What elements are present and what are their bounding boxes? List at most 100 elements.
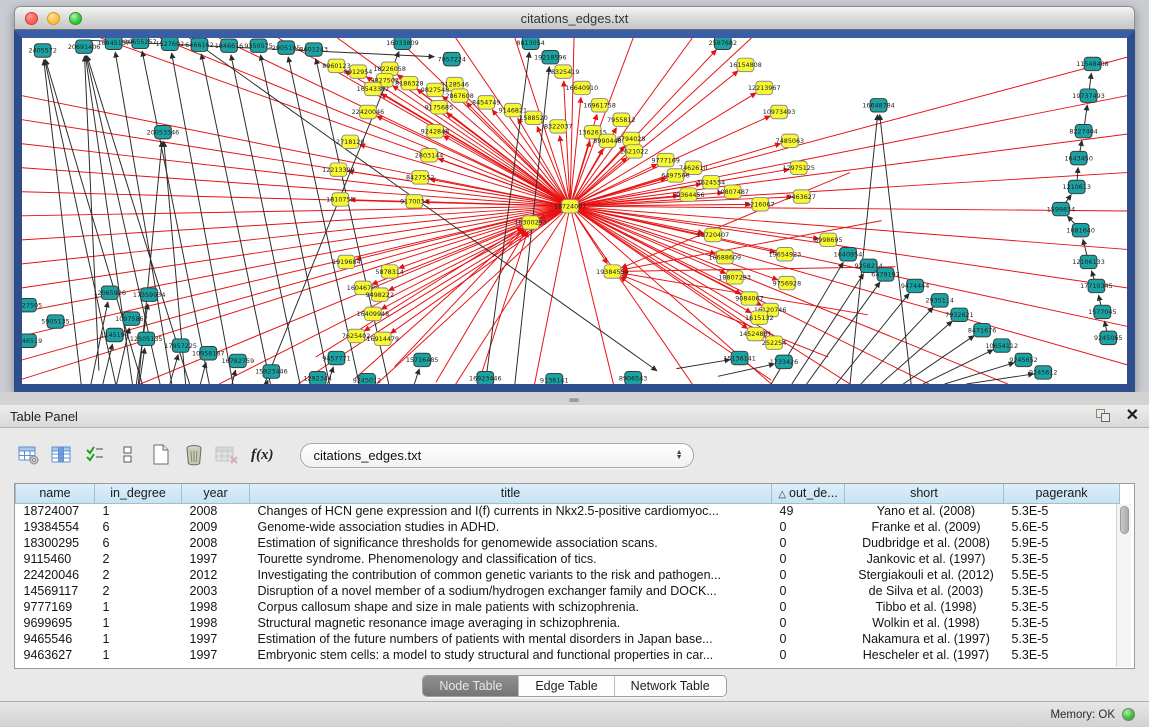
table-row[interactable]: 1872400712008Changes of HCN gene express… xyxy=(16,503,1120,519)
graph-node-teal[interactable]: 8471676 xyxy=(968,323,996,336)
graph-node-yellow[interactable]: 7955812 xyxy=(607,113,635,126)
graph-node-yellow[interactable]: 252254 xyxy=(762,336,786,349)
graph-node-yellow[interactable]: 8186328 xyxy=(395,76,423,89)
tab-network-table[interactable]: Network Table xyxy=(615,676,726,696)
graph-node-teal[interactable]: 1081640 xyxy=(1066,223,1094,236)
graph-node-teal[interactable]: 8227404 xyxy=(1069,125,1097,138)
graph-node-teal[interactable]: 16033809 xyxy=(386,38,419,50)
delete-table-icon[interactable] xyxy=(214,442,240,468)
graph-node-teal[interactable]: 8601243 xyxy=(300,43,328,56)
graph-node-teal[interactable]: 9245612 xyxy=(1029,366,1057,379)
graph-node-teal[interactable]: 1046519 xyxy=(22,334,42,347)
graph-node-teal[interactable]: 19218596 xyxy=(534,50,567,63)
graph-node-teal[interactable]: 15136141 xyxy=(723,351,756,364)
graph-node-yellow[interactable]: 8998695 xyxy=(814,233,842,246)
table-row[interactable]: 2242004622012Investigating the contribut… xyxy=(16,567,1120,583)
column-header-name[interactable]: name xyxy=(16,484,95,503)
graph-node-teal[interactable]: 9136141 xyxy=(540,373,568,384)
graph-node-teal[interactable]: 12106133 xyxy=(1072,255,1105,268)
table-row[interactable]: 1938455462009Genome-wide association stu… xyxy=(16,519,1120,535)
graph-node-teal[interactable]: 20691406 xyxy=(68,40,101,53)
column-header-year[interactable]: year xyxy=(182,484,250,503)
graph-node-teal[interactable]: 2935114 xyxy=(925,294,953,307)
table-row[interactable]: 911546021997Tourette syndrome. Phenomeno… xyxy=(16,551,1120,567)
graph-node-teal[interactable]: 8906543 xyxy=(619,372,647,384)
graph-node-yellow[interactable]: 12213967 xyxy=(748,81,781,94)
graph-node-yellow[interactable]: 8322037 xyxy=(544,120,572,133)
graph-node-teal[interactable]: 7857224 xyxy=(438,52,466,65)
graph-node-teal[interactable]: 9245652 xyxy=(1009,353,1037,366)
graph-node-teal[interactable]: 2905195 xyxy=(272,41,300,54)
graph-node-teal[interactable]: 8813054 xyxy=(516,38,544,50)
graph-node-teal[interactable]: 15716485 xyxy=(406,353,439,366)
graph-node-yellow[interactable]: 16640910 xyxy=(566,81,599,94)
graph-node-teal[interactable]: 5905135 xyxy=(41,315,69,328)
panel-resize-handle[interactable] xyxy=(569,397,579,402)
table-row[interactable]: 946554611997Estimation of the future num… xyxy=(16,631,1120,647)
graph-node-yellow[interactable]: 9756928 xyxy=(773,276,801,289)
float-panel-icon[interactable] xyxy=(1096,409,1112,423)
graph-node-teal[interactable]: 1599834 xyxy=(1047,202,1075,215)
graph-node-yellow[interactable]: 1810755 xyxy=(326,193,354,206)
delete-column-trash-icon[interactable] xyxy=(181,442,207,468)
graph-node-teal[interactable]: 1733426 xyxy=(770,355,798,368)
graph-node-teal[interactable]: 3027505 xyxy=(22,298,42,311)
graph-node-teal[interactable]: 15923446 xyxy=(255,365,288,378)
graph-node-teal[interactable]: 9457771 xyxy=(322,351,350,364)
column-header-title[interactable]: title xyxy=(250,484,772,503)
graph-node-teal[interactable]: 19737493 xyxy=(1072,89,1105,102)
select-attributes-icon[interactable] xyxy=(82,442,108,468)
scrollbar-thumb[interactable] xyxy=(1120,506,1129,534)
graph-node-yellow[interactable]: 22420046 xyxy=(352,105,385,118)
graph-node-teal[interactable]: 9474444 xyxy=(901,279,929,292)
graph-node-teal[interactable]: 9245065 xyxy=(1094,331,1122,344)
close-panel-icon[interactable]: ✕ xyxy=(1126,409,1139,423)
graph-node-teal[interactable]: 6466162 xyxy=(185,38,213,51)
function-builder-icon[interactable]: f(x) xyxy=(251,447,274,464)
graph-node-teal[interactable]: 16923446 xyxy=(469,372,502,384)
graph-node-teal[interactable]: 11548408 xyxy=(1076,57,1109,70)
graph-node-yellow[interactable]: 8427552 xyxy=(406,171,434,184)
graph-node-teal[interactable]: 1210613 xyxy=(1062,180,1090,193)
graph-node-teal[interactable]: 10975867 xyxy=(115,312,148,325)
graph-node-yellow[interactable]: 16961758 xyxy=(583,99,616,112)
table-row[interactable]: 977716911998Corpus callosum shape and si… xyxy=(16,599,1120,615)
graph-node-teal[interactable]: 10654112 xyxy=(986,339,1019,352)
graph-node-teal[interactable]: 16782759 xyxy=(222,354,255,367)
network-canvas[interactable]: 8960123891295418226058982750381863281654… xyxy=(22,38,1127,384)
graph-node-teal[interactable]: 2587682 xyxy=(709,38,737,50)
graph-node-teal[interactable]: 20053346 xyxy=(147,125,180,138)
column-header-indegree[interactable]: in_degree xyxy=(95,484,182,503)
graph-node-teal[interactable]: 1577045 xyxy=(1088,305,1116,318)
table-vertical-scrollbar[interactable] xyxy=(1116,504,1131,667)
tab-edge-table[interactable]: Edge Table xyxy=(519,676,614,696)
window-titlebar[interactable]: citations_edges.txt xyxy=(14,6,1135,30)
graph-node-yellow[interactable]: 2803144 xyxy=(415,149,443,162)
graph-node-yellow[interactable]: 7485063 xyxy=(776,134,804,147)
unselect-rows-icon[interactable] xyxy=(115,442,141,468)
table-row[interactable]: 969969511998Structural magnetic resonanc… xyxy=(16,615,1120,631)
graph-node-teal[interactable]: 16648784 xyxy=(862,99,895,112)
table-row[interactable]: 1456911722003Disruption of a novel membe… xyxy=(16,583,1120,599)
tab-node-table[interactable]: Node Table xyxy=(423,676,519,696)
graph-node-teal[interactable]: 1946616 xyxy=(215,39,243,52)
table-row[interactable]: 946362711997Embryonic stem cells: a mode… xyxy=(16,647,1120,663)
graph-node-yellow[interactable]: 18325419 xyxy=(547,65,580,78)
column-header-pagerank[interactable]: pagerank xyxy=(1004,484,1120,503)
table-settings-icon[interactable] xyxy=(16,442,42,468)
column-header-short[interactable]: short xyxy=(845,484,1004,503)
graph-node-teal[interactable]: 1643450 xyxy=(1064,151,1092,164)
graph-node-yellow[interactable]: 16154808 xyxy=(729,58,762,71)
graph-node-yellow[interactable]: 9170034 xyxy=(400,195,428,208)
new-table-icon[interactable] xyxy=(148,442,174,468)
table-selector-combobox[interactable]: citations_edges.txt ▲▼ xyxy=(300,443,694,468)
graph-node-teal[interactable]: 1640954 xyxy=(834,248,862,261)
graph-node-teal[interactable]: 9350575 xyxy=(244,39,272,52)
column-header-outde[interactable]: △out_de... xyxy=(772,484,845,503)
show-column-icon[interactable] xyxy=(49,442,75,468)
graph-node-teal[interactable]: 1527602 xyxy=(156,38,184,50)
table-row[interactable]: 1830029562008Estimation of significance … xyxy=(16,535,1120,551)
graph-node-yellow[interactable]: 6216067 xyxy=(746,198,774,211)
graph-node-teal[interactable]: 2405572 xyxy=(28,44,56,57)
graph-node-yellow[interactable]: 12213399 xyxy=(322,163,355,176)
